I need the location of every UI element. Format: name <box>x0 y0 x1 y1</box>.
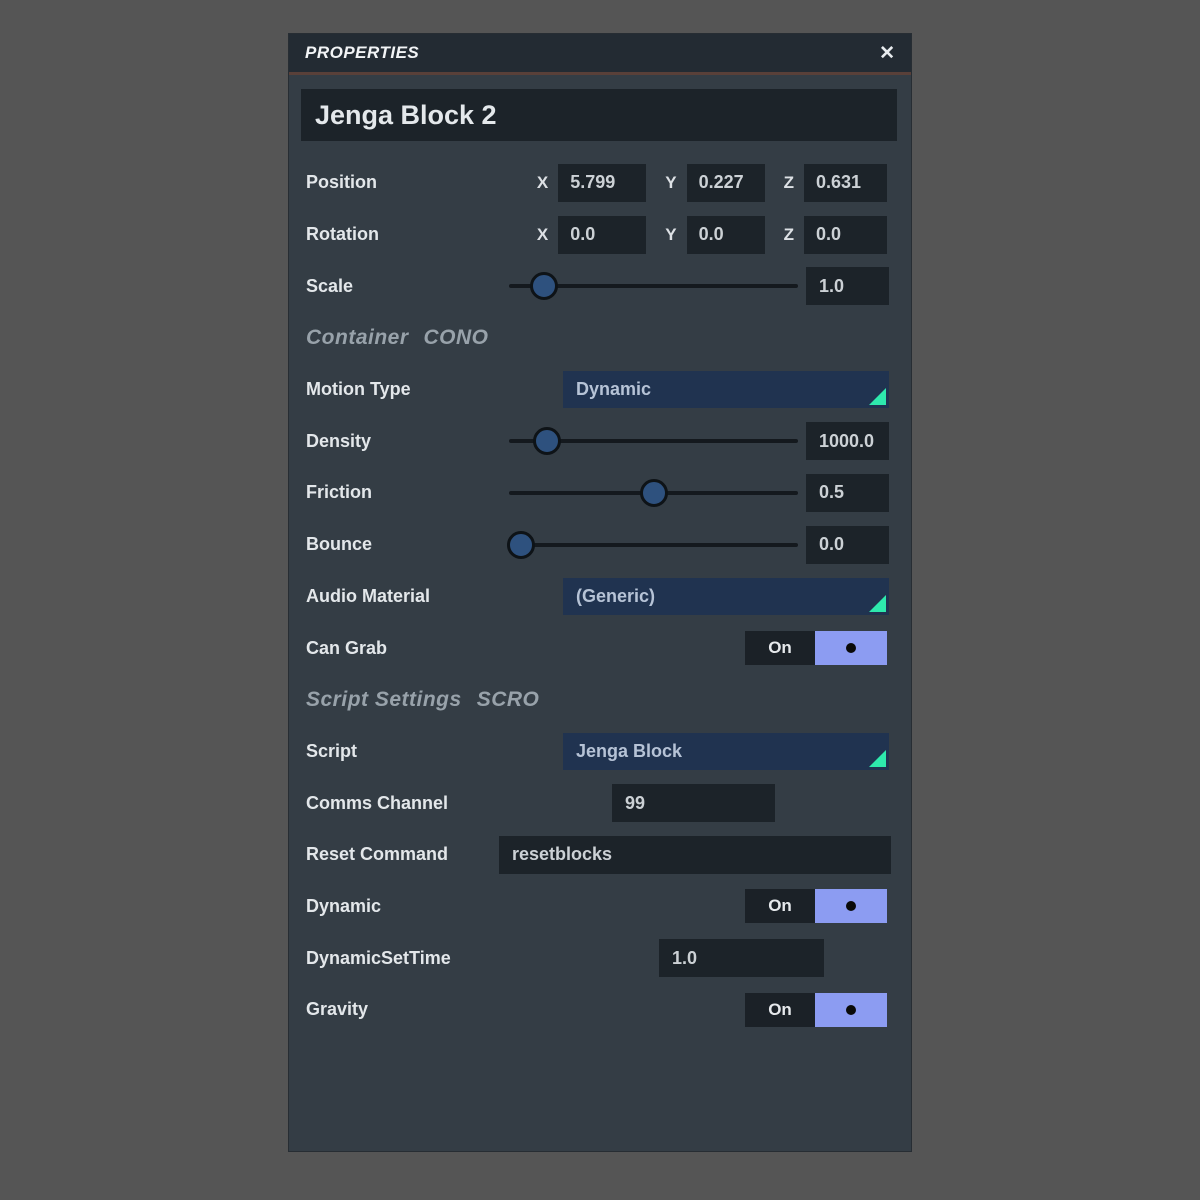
scale-slider-handle[interactable] <box>530 272 558 300</box>
position-label: Position <box>306 172 377 193</box>
gravity-toggle[interactable]: On <box>745 993 887 1027</box>
dynamic-switch[interactable] <box>815 889 887 923</box>
position-axis-group: X Y Z <box>537 157 887 209</box>
toggle-dot-icon <box>846 1005 856 1015</box>
rotation-y-field[interactable] <box>687 216 765 254</box>
dropdown-corner-icon <box>869 750 886 767</box>
bounce-row: Bounce <box>289 519 911 571</box>
script-section-header: Script Settings SCRO <box>289 674 911 726</box>
object-name-field[interactable] <box>301 89 897 141</box>
script-value: Jenga Block <box>576 741 682 762</box>
rotation-x-label: X <box>537 225 548 245</box>
density-value-field[interactable] <box>806 422 889 460</box>
toggle-dot-icon <box>846 643 856 653</box>
dynamic-set-time-label: DynamicSetTime <box>306 948 451 969</box>
comms-channel-field[interactable] <box>612 784 775 822</box>
position-y-field[interactable] <box>687 164 765 202</box>
titlebar: PROPERTIES ✕ <box>289 34 911 72</box>
motion-type-row: Motion Type Dynamic <box>289 364 911 416</box>
position-x-field[interactable] <box>558 164 646 202</box>
container-section-header: Container CONO <box>289 312 911 364</box>
reset-command-row: Reset Command <box>289 829 911 881</box>
can-grab-state: On <box>745 631 815 665</box>
can-grab-label: Can Grab <box>306 638 387 659</box>
gravity-state: On <box>745 993 815 1027</box>
scale-row: Scale <box>289 260 911 312</box>
rotation-y-label: Y <box>665 225 676 245</box>
rotation-z-field[interactable] <box>804 216 887 254</box>
motion-type-value: Dynamic <box>576 379 651 400</box>
container-section-id: CONO <box>424 326 489 350</box>
script-dropdown[interactable]: Jenga Block <box>563 733 889 770</box>
can-grab-toggle[interactable]: On <box>745 631 887 665</box>
bounce-slider[interactable] <box>509 519 798 571</box>
dropdown-corner-icon <box>869 388 886 405</box>
friction-row: Friction <box>289 467 911 519</box>
script-section-title: Script Settings <box>306 688 462 712</box>
panel-title: PROPERTIES <box>305 43 419 63</box>
bounce-value-field[interactable] <box>806 526 889 564</box>
can-grab-row: Can Grab On <box>289 622 911 674</box>
scale-value-field[interactable] <box>806 267 889 305</box>
rotation-axis-group: X Y Z <box>537 209 887 261</box>
reset-command-field[interactable] <box>499 836 891 874</box>
toggle-dot-icon <box>846 901 856 911</box>
dynamic-set-time-row: DynamicSetTime <box>289 932 911 984</box>
scale-label: Scale <box>306 276 353 297</box>
friction-slider[interactable] <box>509 467 798 519</box>
position-x-label: X <box>537 173 548 193</box>
density-label: Density <box>306 431 371 452</box>
gravity-switch[interactable] <box>815 993 887 1027</box>
position-row: Position X Y Z <box>289 157 911 209</box>
can-grab-switch[interactable] <box>815 631 887 665</box>
position-y-label: Y <box>665 173 676 193</box>
friction-label: Friction <box>306 482 372 503</box>
bounce-slider-handle[interactable] <box>507 531 535 559</box>
bounce-label: Bounce <box>306 534 372 555</box>
gravity-row: Gravity On <box>289 984 911 1036</box>
reset-command-label: Reset Command <box>306 844 448 865</box>
audio-material-label: Audio Material <box>306 586 430 607</box>
density-slider[interactable] <box>509 415 798 467</box>
audio-material-dropdown[interactable]: (Generic) <box>563 578 889 615</box>
rotation-x-field[interactable] <box>558 216 646 254</box>
dynamic-set-time-field[interactable] <box>659 939 824 977</box>
dropdown-corner-icon <box>869 595 886 612</box>
rotation-label: Rotation <box>306 224 379 245</box>
comms-channel-row: Comms Channel <box>289 777 911 829</box>
gravity-label: Gravity <box>306 999 368 1020</box>
audio-material-row: Audio Material (Generic) <box>289 571 911 623</box>
container-section-title: Container <box>306 326 409 350</box>
rotation-row: Rotation X Y Z <box>289 209 911 261</box>
scale-slider[interactable] <box>509 260 798 312</box>
properties-panel: PROPERTIES ✕ Position X Y Z Rotation X Y <box>288 33 912 1152</box>
script-row: Script Jenga Block <box>289 726 911 778</box>
comms-channel-label: Comms Channel <box>306 793 448 814</box>
dynamic-state: On <box>745 889 815 923</box>
dynamic-toggle[interactable]: On <box>745 889 887 923</box>
bounce-slider-track[interactable] <box>509 543 798 547</box>
friction-slider-handle[interactable] <box>640 479 668 507</box>
density-slider-handle[interactable] <box>533 427 561 455</box>
dynamic-row: Dynamic On <box>289 881 911 933</box>
density-row: Density <box>289 415 911 467</box>
close-icon[interactable]: ✕ <box>879 44 895 63</box>
position-z-label: Z <box>784 173 794 193</box>
rotation-z-label: Z <box>784 225 794 245</box>
script-label: Script <box>306 741 357 762</box>
titlebar-separator <box>289 72 911 75</box>
script-section-id: SCRO <box>477 688 540 712</box>
position-z-field[interactable] <box>804 164 887 202</box>
motion-type-label: Motion Type <box>306 379 411 400</box>
dynamic-label: Dynamic <box>306 896 381 917</box>
motion-type-dropdown[interactable]: Dynamic <box>563 371 889 408</box>
audio-material-value: (Generic) <box>576 586 655 607</box>
friction-value-field[interactable] <box>806 474 889 512</box>
